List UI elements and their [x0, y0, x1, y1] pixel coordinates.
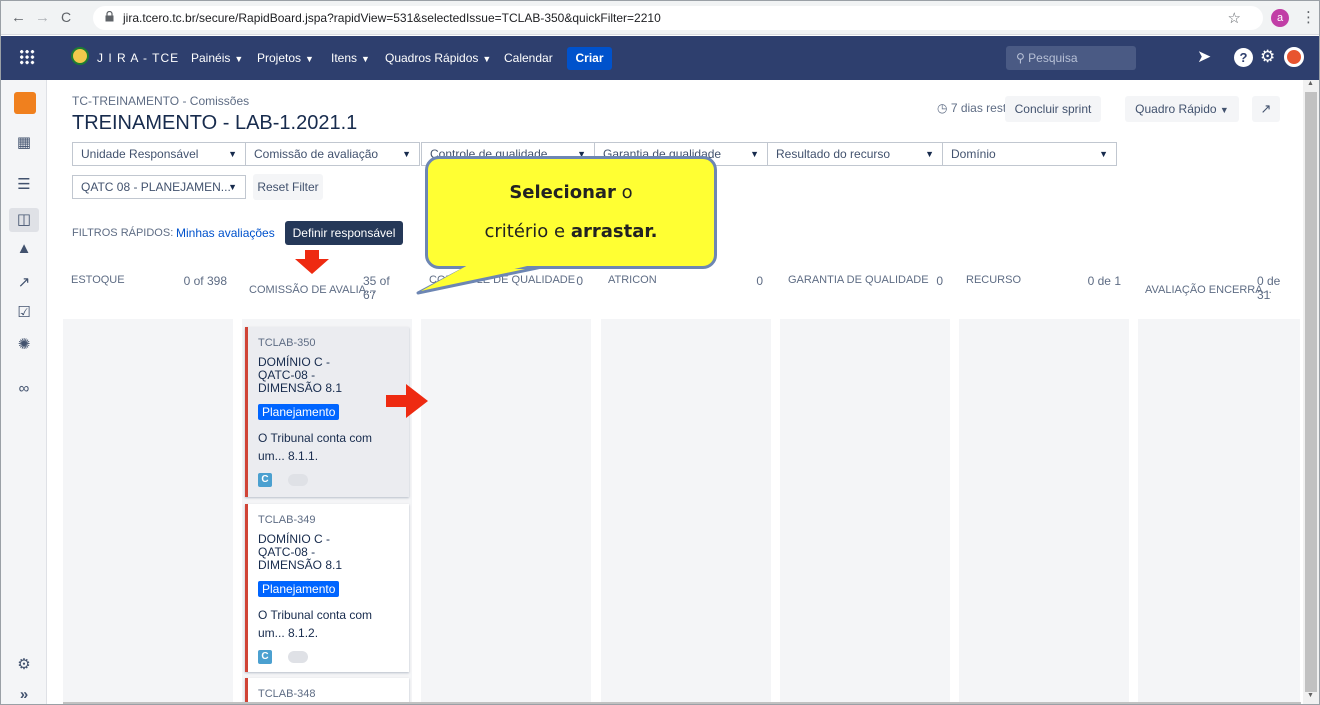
vertical-scrollbar[interactable]: ▲ ▼: [1303, 80, 1319, 704]
scroll-up-icon[interactable]: ▲: [1307, 80, 1314, 87]
scrollbar-thumb[interactable]: [1305, 92, 1317, 692]
browser-window: ← → C jira.tcero.tc.br/secure/RapidBoard…: [0, 0, 1320, 705]
down-arrow-icon: [295, 250, 329, 274]
right-arrow-icon: [386, 384, 428, 418]
annotation-arrows: [295, 250, 428, 418]
scroll-down-icon[interactable]: ▼: [1307, 692, 1314, 699]
